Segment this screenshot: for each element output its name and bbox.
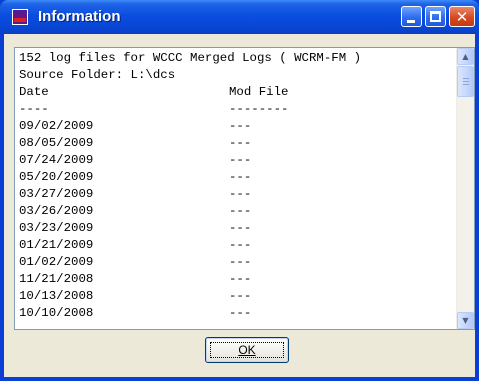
mod-file-column-header: Mod File bbox=[229, 85, 289, 99]
date-column-header: Date bbox=[19, 85, 49, 99]
title-bar[interactable]: Information ✕ bbox=[0, 0, 479, 34]
log-text-content: 152 log files for WCCC Merged Logs ( WCR… bbox=[19, 50, 459, 322]
log-mod-file: --- bbox=[229, 221, 252, 235]
vertical-scrollbar[interactable]: ▲ ▼ bbox=[456, 48, 474, 329]
log-mod-file: --- bbox=[229, 153, 252, 167]
date-separator: ---- bbox=[19, 102, 49, 116]
dialog-client-area: 152 log files for WCCC Merged Logs ( WCR… bbox=[4, 34, 475, 377]
information-window: Information ✕ 152 log files for WCCC Mer… bbox=[0, 0, 479, 381]
log-mod-file: --- bbox=[229, 272, 252, 286]
log-date: 03/23/2009 bbox=[19, 221, 94, 235]
minimize-icon bbox=[407, 20, 415, 23]
log-mod-file: --- bbox=[229, 136, 252, 150]
log-mod-file: --- bbox=[229, 289, 252, 303]
chevron-up-icon: ▲ bbox=[462, 52, 469, 61]
log-row: 08/05/2009 --- bbox=[19, 135, 459, 152]
maximize-icon bbox=[430, 11, 441, 22]
scroll-up-button[interactable]: ▲ bbox=[457, 48, 474, 65]
log-row: 01/21/2009 --- bbox=[19, 237, 459, 254]
source-folder-line: Source Folder: L:\dcs bbox=[19, 68, 176, 82]
log-date: 10/13/2008 bbox=[19, 289, 94, 303]
summary-line: 152 log files for WCCC Merged Logs ( WCR… bbox=[19, 51, 362, 65]
log-row: 07/24/2009 --- bbox=[19, 152, 459, 169]
log-row: 10/10/2008 --- bbox=[19, 305, 459, 322]
maximize-button[interactable] bbox=[425, 6, 446, 27]
log-date: 03/27/2009 bbox=[19, 187, 94, 201]
log-date: 08/05/2009 bbox=[19, 136, 94, 150]
log-date: 07/24/2009 bbox=[19, 153, 94, 167]
ok-button[interactable]: OK bbox=[205, 337, 289, 363]
mod-file-separator: -------- bbox=[229, 102, 289, 116]
log-row: 03/26/2009 --- bbox=[19, 203, 459, 220]
window-title: Information bbox=[38, 8, 121, 25]
log-date: 10/10/2008 bbox=[19, 306, 94, 320]
log-date: 03/26/2009 bbox=[19, 204, 94, 218]
ok-button-label: OK bbox=[238, 343, 256, 357]
log-mod-file: --- bbox=[229, 238, 252, 252]
log-date: 09/02/2009 bbox=[19, 119, 94, 133]
column-header-row: Date Mod File bbox=[19, 84, 459, 101]
log-mod-file: --- bbox=[229, 306, 252, 320]
log-row: 03/23/2009 --- bbox=[19, 220, 459, 237]
log-row: 03/27/2009 --- bbox=[19, 186, 459, 203]
minimize-button[interactable] bbox=[401, 6, 422, 27]
scroll-down-button[interactable]: ▼ bbox=[457, 312, 474, 329]
log-date: 11/21/2008 bbox=[19, 272, 94, 286]
log-text-area[interactable]: 152 log files for WCCC Merged Logs ( WCR… bbox=[14, 47, 475, 330]
log-row: 01/02/2009 --- bbox=[19, 254, 459, 271]
close-button[interactable]: ✕ bbox=[449, 6, 475, 27]
log-row: 11/21/2008 --- bbox=[19, 271, 459, 288]
log-date: 05/20/2009 bbox=[19, 170, 94, 184]
log-mod-file: --- bbox=[229, 119, 252, 133]
chevron-down-icon: ▼ bbox=[462, 316, 469, 325]
log-row: 09/02/2009 --- bbox=[19, 118, 459, 135]
scroll-thumb[interactable] bbox=[457, 66, 474, 97]
app-logo-icon[interactable] bbox=[12, 9, 28, 25]
log-row: 10/13/2008 --- bbox=[19, 288, 459, 305]
separator-row: ---- -------- bbox=[19, 101, 459, 118]
log-date: 01/02/2009 bbox=[19, 255, 94, 269]
log-row: 05/20/2009 --- bbox=[19, 169, 459, 186]
log-date: 01/21/2009 bbox=[19, 238, 94, 252]
log-mod-file: --- bbox=[229, 170, 252, 184]
close-icon: ✕ bbox=[455, 8, 469, 26]
log-mod-file: --- bbox=[229, 255, 252, 269]
log-mod-file: --- bbox=[229, 187, 252, 201]
log-mod-file: --- bbox=[229, 204, 252, 218]
